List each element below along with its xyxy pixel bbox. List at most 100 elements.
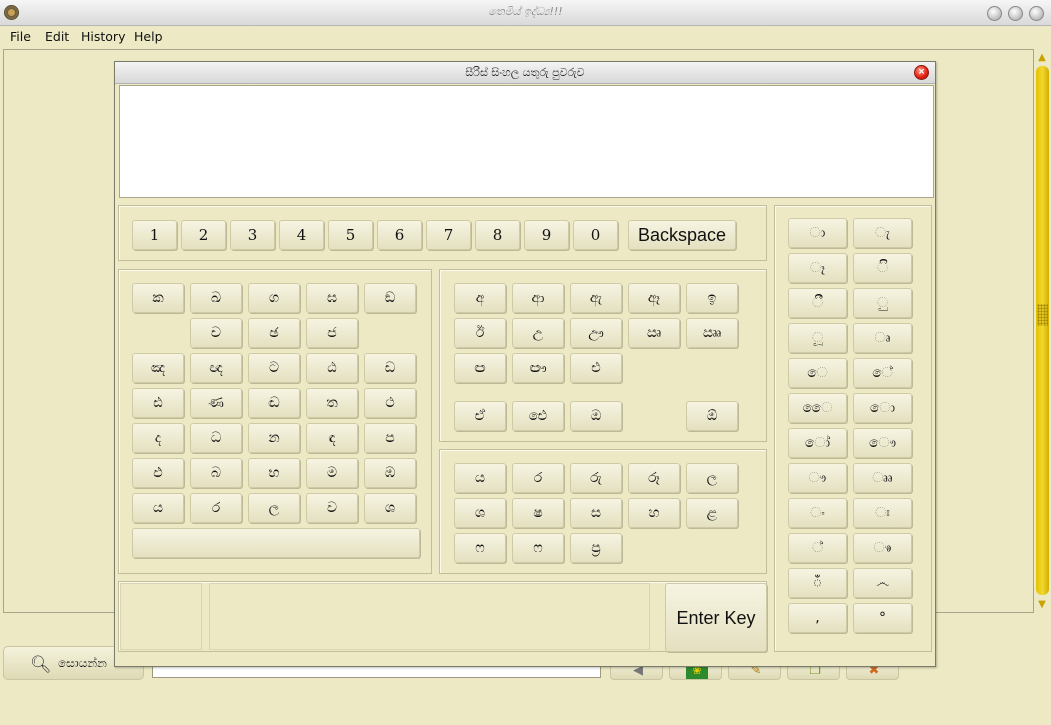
semivowel-key[interactable]: රු bbox=[570, 463, 622, 493]
vowel-key[interactable]: ඌ bbox=[570, 318, 622, 348]
backspace-button[interactable]: Backspace bbox=[628, 220, 736, 250]
vowel-key[interactable]: ඇ bbox=[570, 283, 622, 313]
consonant-key[interactable]: ඳ bbox=[306, 423, 358, 453]
consonant-key[interactable]: ඤ bbox=[132, 353, 184, 383]
pilla-key[interactable]: ෴ bbox=[853, 568, 912, 598]
consonant-key[interactable]: ච bbox=[190, 318, 242, 348]
minimize-button[interactable] bbox=[987, 6, 1002, 21]
consonant-key[interactable]: ඥ bbox=[190, 353, 242, 383]
consonant-key[interactable]: ථ bbox=[364, 388, 416, 418]
vowel-key[interactable]: ඐ bbox=[512, 353, 564, 383]
key-6[interactable]: 6 bbox=[377, 220, 422, 250]
pilla-key[interactable]: ැ bbox=[853, 218, 912, 248]
consonant-key[interactable]: ණ bbox=[190, 388, 242, 418]
menu-edit[interactable]: Edit bbox=[45, 29, 69, 44]
key-9[interactable]: 9 bbox=[524, 220, 569, 250]
pilla-key[interactable]: ෟ bbox=[788, 463, 847, 493]
consonant-key[interactable]: ක bbox=[132, 283, 184, 313]
menu-help[interactable]: Help bbox=[134, 29, 163, 44]
dialog-close-icon[interactable]: × bbox=[914, 65, 929, 80]
pilla-key[interactable]: ෑ bbox=[788, 253, 847, 283]
pilla-key[interactable]: ං bbox=[788, 498, 847, 528]
key-3[interactable]: 3 bbox=[230, 220, 275, 250]
vowel-key[interactable]: ආ bbox=[512, 283, 564, 313]
consonant-key[interactable]: ඞ bbox=[364, 283, 416, 313]
vowel-key[interactable]: ඍ bbox=[628, 318, 680, 348]
scrollbar-thumb[interactable] bbox=[1036, 66, 1049, 595]
pilla-key[interactable]: ෳ bbox=[853, 533, 912, 563]
key-8[interactable]: 8 bbox=[475, 220, 520, 250]
pilla-key[interactable]: ෞ bbox=[853, 428, 912, 458]
semivowel-key[interactable]: ස bbox=[570, 498, 622, 528]
consonant-key[interactable]: ඹ bbox=[364, 458, 416, 488]
semivowel-key[interactable]: ෂ bbox=[512, 498, 564, 528]
consonant-key[interactable]: න bbox=[248, 423, 300, 453]
consonant-key[interactable]: ර bbox=[190, 493, 242, 523]
semivowel-key[interactable]: ප්‍ර bbox=[570, 533, 622, 563]
pilla-key[interactable]: ෙ bbox=[788, 358, 847, 388]
consonant-key[interactable]: ඝ bbox=[306, 283, 358, 313]
semivowel-key[interactable]: ෆ bbox=[454, 533, 506, 563]
consonant-key[interactable]: ධ bbox=[190, 423, 242, 453]
pilla-key[interactable]: ෲ bbox=[853, 463, 912, 493]
consonant-key[interactable]: ඩ bbox=[364, 353, 416, 383]
pilla-key[interactable]: ි bbox=[853, 253, 912, 283]
vowel-key[interactable]: ඈ bbox=[628, 283, 680, 313]
consonant-key[interactable]: ද bbox=[132, 423, 184, 453]
keyboard-output-textarea[interactable] bbox=[119, 85, 934, 198]
enter-key-button[interactable]: Enter Key bbox=[665, 583, 767, 652]
menu-file[interactable]: File bbox=[10, 29, 31, 44]
key-1[interactable]: 1 bbox=[132, 220, 177, 250]
consonant-key[interactable]: ව bbox=[306, 493, 358, 523]
pilla-key[interactable]: ෘ bbox=[853, 323, 912, 353]
pilla-key[interactable]: ඁ bbox=[788, 568, 847, 598]
vowel-key[interactable]: ඔ bbox=[570, 401, 622, 431]
vowel-key[interactable]: අ bbox=[454, 283, 506, 313]
consonant-key[interactable]: භ bbox=[248, 458, 300, 488]
semivowel-key[interactable]: හ bbox=[628, 498, 680, 528]
semivowel-key[interactable]: ෆ bbox=[512, 533, 564, 563]
vowel-key[interactable]: ඊ bbox=[454, 318, 506, 348]
semivowel-key[interactable]: රූ bbox=[628, 463, 680, 493]
pilla-key[interactable]: , bbox=[788, 603, 847, 633]
pilla-key[interactable]: ෝ bbox=[788, 428, 847, 458]
key-7[interactable]: 7 bbox=[426, 220, 471, 250]
pilla-key[interactable]: ු bbox=[853, 288, 912, 318]
semivowel-key[interactable]: ර bbox=[512, 463, 564, 493]
consonant-key[interactable]: ශ bbox=[364, 493, 416, 523]
consonant-key[interactable]: ඡ bbox=[248, 318, 300, 348]
vowel-key[interactable]: ඕ bbox=[686, 401, 738, 431]
consonant-key[interactable]: ඵ bbox=[132, 458, 184, 488]
vowel-key[interactable]: ඎ bbox=[686, 318, 738, 348]
semivowel-key[interactable]: ළ bbox=[686, 498, 738, 528]
vowel-key[interactable]: ඏ bbox=[454, 353, 506, 383]
pilla-key[interactable]: ො bbox=[853, 393, 912, 423]
maximize-button[interactable] bbox=[1008, 6, 1023, 21]
consonant-key[interactable]: ල bbox=[248, 493, 300, 523]
scroll-up-arrow-icon[interactable]: ▲ bbox=[1035, 51, 1049, 64]
consonant-key[interactable]: ය bbox=[132, 493, 184, 523]
semivowel-key[interactable]: ය bbox=[454, 463, 506, 493]
space-bar-key[interactable] bbox=[132, 528, 420, 558]
semivowel-key[interactable]: ල bbox=[686, 463, 738, 493]
pilla-key[interactable]: ී bbox=[788, 288, 847, 318]
key-5[interactable]: 5 bbox=[328, 220, 373, 250]
consonant-key[interactable]: ට bbox=[248, 353, 300, 383]
scroll-down-arrow-icon[interactable]: ▼ bbox=[1035, 598, 1049, 611]
consonant-key[interactable]: ඪ bbox=[132, 388, 184, 418]
key-0[interactable]: 0 bbox=[573, 220, 618, 250]
consonant-key[interactable]: බ bbox=[190, 458, 242, 488]
pilla-key[interactable]: ා bbox=[788, 218, 847, 248]
pilla-key[interactable]: ් bbox=[788, 533, 847, 563]
key-2[interactable]: 2 bbox=[181, 220, 226, 250]
key-4[interactable]: 4 bbox=[279, 220, 324, 250]
consonant-key[interactable]: ඨ bbox=[306, 353, 358, 383]
consonant-key[interactable]: ඬ bbox=[248, 388, 300, 418]
pilla-key[interactable]: ඃ bbox=[853, 498, 912, 528]
menu-history[interactable]: History bbox=[81, 29, 125, 44]
pilla-key[interactable]: ූ bbox=[788, 323, 847, 353]
consonant-key[interactable]: ප bbox=[364, 423, 416, 453]
consonant-key[interactable]: ජ bbox=[306, 318, 358, 348]
pilla-key[interactable]: ේ bbox=[853, 358, 912, 388]
vowel-key[interactable]: ඒ bbox=[454, 401, 506, 431]
